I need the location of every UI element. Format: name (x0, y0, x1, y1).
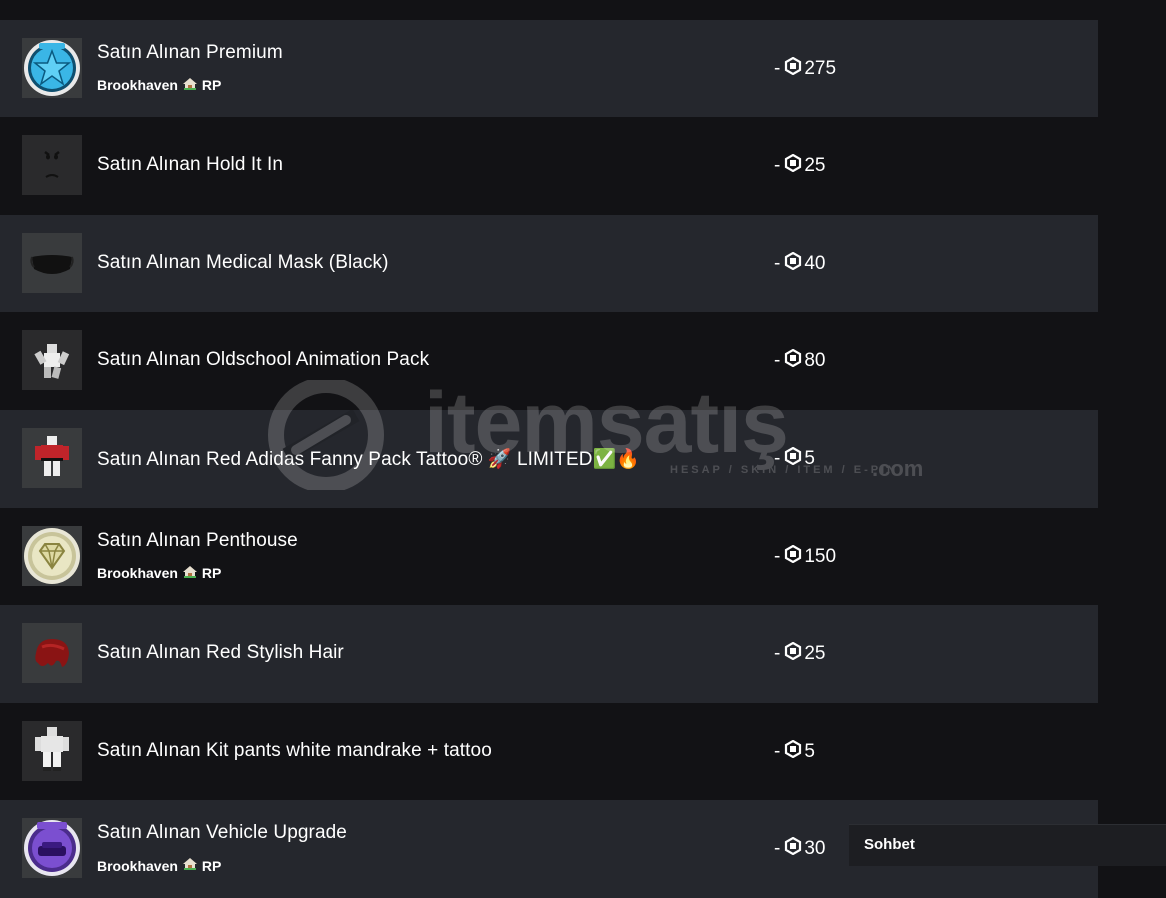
robux-icon (784, 641, 802, 666)
price-value: 5 (804, 447, 815, 469)
transaction-title[interactable]: Satın Alınan Premium (97, 42, 283, 64)
transaction-row: Satın Alınan Kit pants white mandrake + … (0, 703, 1098, 801)
price: - 25 (774, 641, 826, 666)
robux-icon (784, 544, 802, 569)
transaction-row: Satın Alınan Hold It In - 25 (0, 117, 1098, 215)
game-name[interactable]: Brookhaven RP (97, 77, 221, 94)
robux-icon (784, 56, 802, 81)
game-name-suffix: RP (201, 857, 222, 874)
price: - 150 (774, 544, 837, 569)
game-name-suffix: RP (201, 565, 222, 582)
price-prefix: - (774, 838, 781, 860)
price-prefix: - (774, 350, 781, 372)
price: - 25 (774, 153, 826, 178)
transaction-row: Satın Alınan Premium Brookhaven RP - 275 (0, 19, 1098, 118)
transaction-title[interactable]: Satın Alınan Hold It In (97, 154, 283, 176)
price-value: 275 (804, 57, 837, 79)
transaction-row: Satın Alınan Oldschool Animation Pack - … (0, 312, 1098, 410)
game-name[interactable]: Brookhaven RP (97, 565, 221, 582)
price-value: 5 (804, 740, 815, 762)
hair-icon[interactable] (22, 623, 82, 684)
diamond-badge-icon[interactable] (22, 525, 82, 586)
price-prefix: - (774, 545, 781, 567)
game-name-text: Brookhaven (97, 565, 178, 582)
robux-icon (784, 446, 802, 471)
price: - 40 (774, 251, 826, 276)
price-value: 80 (804, 350, 826, 372)
transaction-row: Satın Alınan Medical Mask (Black) - 40 (0, 214, 1098, 313)
price-prefix: - (774, 447, 781, 469)
robux-icon (784, 837, 802, 861)
robux-icon (784, 349, 802, 373)
mask-icon[interactable] (22, 232, 82, 293)
price: - 5 (774, 446, 815, 471)
price-value: 30 (804, 838, 826, 860)
transaction-row: Satın Alınan Red Adidas Fanny Pack Tatto… (0, 409, 1098, 508)
transaction-title[interactable]: Satın Alınan Red Adidas Fanny Pack Tatto… (97, 447, 640, 471)
transaction-row: Satın Alınan Penthouse Brookhaven RP - 1… (0, 508, 1098, 606)
transaction-title[interactable]: Satın Alınan Penthouse (97, 530, 298, 552)
house-icon (182, 857, 198, 874)
price-value: 25 (804, 643, 826, 665)
game-name-text: Brookhaven (97, 77, 178, 94)
price-prefix: - (774, 155, 781, 177)
price: - 30 (774, 837, 825, 861)
price-prefix: - (774, 740, 781, 762)
price-prefix: - (774, 643, 781, 665)
transaction-title[interactable]: Satın Alınan Red Stylish Hair (97, 642, 344, 664)
robux-icon (784, 153, 802, 178)
transaction-row (0, 0, 1098, 20)
price-prefix: - (774, 252, 781, 274)
avatar-animation-icon[interactable] (22, 330, 82, 391)
transaction-title[interactable]: Satın Alınan Medical Mask (Black) (97, 252, 389, 274)
pants-avatar-icon[interactable] (22, 720, 82, 781)
game-name-suffix: RP (201, 77, 222, 94)
game-name-text: Brookhaven (97, 857, 178, 874)
face-icon[interactable] (22, 135, 82, 196)
price-value: 25 (804, 155, 826, 177)
vehicle-badge-icon[interactable] (22, 818, 82, 879)
price-value: 40 (804, 252, 826, 274)
transaction-title[interactable]: Satın Alınan Oldschool Animation Pack (97, 349, 429, 371)
chat-panel[interactable]: Sohbet (849, 824, 1166, 866)
price: - 80 (774, 349, 825, 373)
premium-star-icon[interactable] (22, 37, 82, 98)
price-value: 150 (804, 545, 837, 567)
transaction-list: Satın Alınan Premium Brookhaven RP - 275 (0, 0, 1098, 898)
transaction-title[interactable]: Satın Alınan Vehicle Upgrade (97, 822, 347, 844)
shirt-avatar-icon[interactable] (22, 427, 82, 488)
price-prefix: - (774, 57, 781, 79)
game-name[interactable]: Brookhaven RP (97, 857, 221, 874)
transaction-row: Satın Alınan Red Stylish Hair - 25 (0, 605, 1098, 703)
house-icon (182, 77, 198, 94)
transaction-title[interactable]: Satın Alınan Kit pants white mandrake + … (97, 740, 492, 762)
chat-label[interactable]: Sohbet (864, 836, 915, 853)
robux-icon (784, 251, 802, 276)
robux-icon (784, 739, 802, 764)
price: - 5 (774, 739, 815, 764)
house-icon (182, 565, 198, 582)
price: - 275 (774, 56, 837, 81)
